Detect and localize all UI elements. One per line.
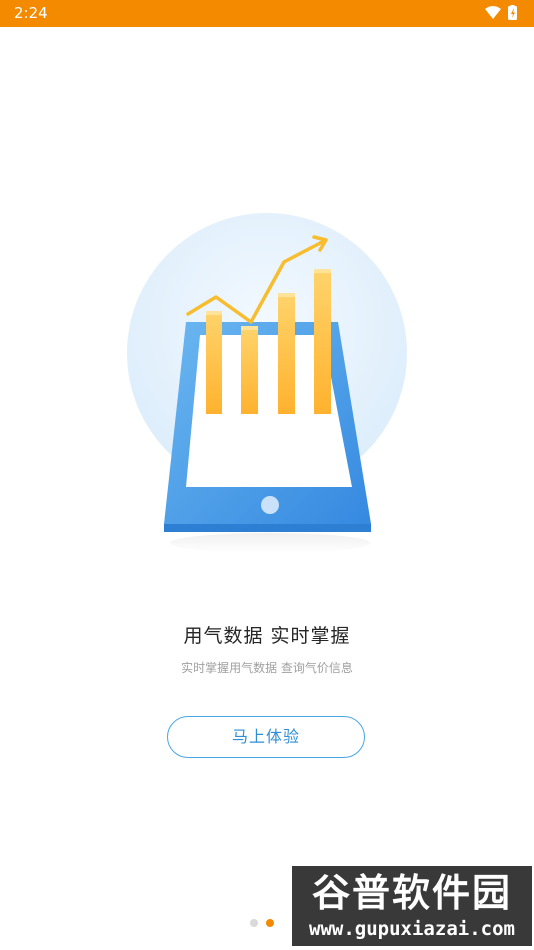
watermark-title: 谷普软件园 [311,871,512,915]
status-bar: 2:24 [0,0,534,27]
watermark-url: www.gupuxiazai.com [309,918,515,940]
battery-icon [508,5,517,20]
page-title: 用气数据 实时掌握 [183,625,351,647]
pagination-dot[interactable] [250,919,258,927]
status-time: 2:24 [14,4,48,22]
pagination-dots [250,919,282,929]
pagination-dot-active[interactable] [266,919,274,927]
watermark: 谷普软件园 www.gupuxiazai.com [292,866,532,946]
shadow [170,533,370,553]
try-now-button[interactable]: 马上体验 [167,716,365,758]
wifi-icon [485,6,501,19]
tablet-icon [164,322,371,532]
page-subtitle: 实时掌握用气数据 查询气价信息 [181,661,353,675]
hero-illustration [120,210,420,570]
status-icons [484,5,520,21]
